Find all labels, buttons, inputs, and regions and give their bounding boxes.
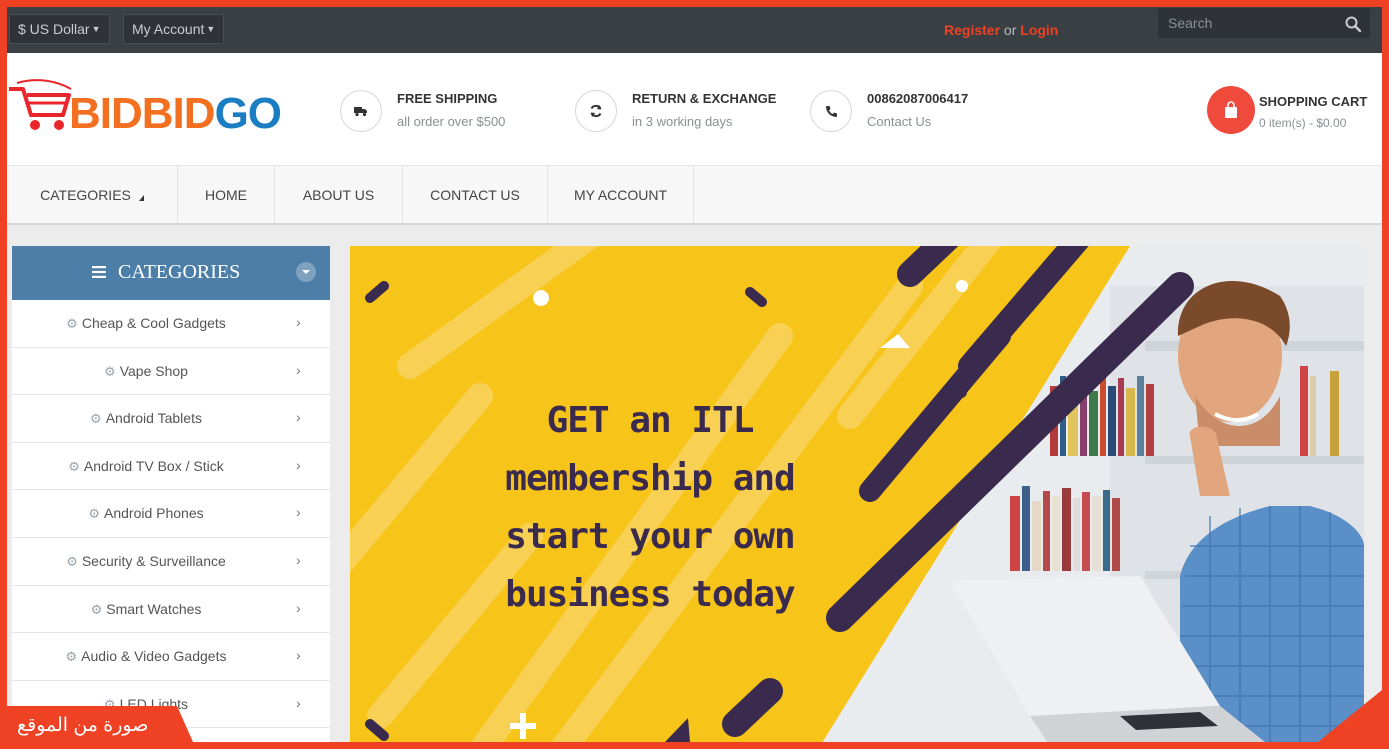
nav-categories[interactable]: CATEGORIES <box>7 166 178 224</box>
nav-home[interactable]: HOME <box>178 166 275 224</box>
register-link[interactable]: Register <box>944 22 1000 38</box>
sidebar-item-vape-shop[interactable]: ⚙ Vape Shop › <box>12 348 330 396</box>
gear-icon: ⚙ <box>90 411 102 427</box>
categories-sidebar: CATEGORIES ⚙ Cheap & Cool Gadgets › ⚙ Vape … <box>12 246 330 746</box>
chevron-right-icon: › <box>296 361 301 378</box>
phone-number[interactable]: 00862087006417 <box>867 91 968 106</box>
triangle-icon <box>138 195 144 201</box>
search-icon[interactable] <box>1344 15 1362 33</box>
gear-icon: ⚙ <box>66 316 78 331</box>
chevron-right-icon: › <box>296 647 301 664</box>
caption-text: صورة من الموقع <box>17 715 149 736</box>
contact-us-link[interactable]: Contact Us <box>867 114 931 129</box>
sidebar-item-audio-video-gadgets[interactable]: ⚙ Audio & Video Gadgets › <box>12 633 330 681</box>
feature-title: RETURN & EXCHANGE <box>632 91 777 106</box>
chevron-right-icon: › <box>296 314 301 330</box>
chevron-right-icon: › <box>296 694 301 711</box>
caret-down-icon: ▼ <box>206 24 216 34</box>
banner-line: membership and <box>505 458 795 499</box>
sidebar-header[interactable]: CATEGORIES <box>12 246 330 300</box>
nav-my-account[interactable]: MY ACCOUNT <box>548 166 694 224</box>
feature-subtitle: all order over $500 <box>397 114 506 129</box>
feature-subtitle: in 3 working days <box>632 114 733 129</box>
sidebar-item-android-tv-box[interactable]: ⚙ Android TV Box / Stick › <box>12 443 330 491</box>
chevron-right-icon: › <box>296 504 301 521</box>
nav-contact-us[interactable]: CONTACT US <box>403 166 548 224</box>
sidebar-item-android-phones[interactable]: ⚙ Android Phones › <box>12 490 330 538</box>
shopping-bag-icon <box>1207 86 1255 134</box>
gear-icon: ⚙ <box>68 458 80 474</box>
my-account-label: My Account <box>132 21 205 37</box>
nav-about-us[interactable]: ABOUT US <box>275 166 403 224</box>
source-caption: صورة من الموقع <box>7 706 193 742</box>
currency-dropdown[interactable]: $ US Dollar ▼ <box>9 14 110 44</box>
gear-icon: ⚙ <box>66 553 78 569</box>
sidebar-item-smart-watches[interactable]: ⚙ Smart Watches › <box>12 586 330 634</box>
auth-links: Register or Login <box>944 22 1058 38</box>
truck-icon <box>340 90 382 132</box>
gear-icon: ⚙ <box>88 506 100 522</box>
site-logo[interactable]: BIDBIDGO <box>7 75 282 138</box>
search-input[interactable] <box>1158 8 1370 38</box>
menu-icon <box>92 266 106 278</box>
chevron-down-icon[interactable] <box>296 262 316 282</box>
login-link[interactable]: Login <box>1020 22 1058 38</box>
sidebar-item-android-tablets[interactable]: ⚙ Android Tablets › <box>12 395 330 443</box>
sidebar-item-security-surveillance[interactable]: ⚙ Security & Surveillance › <box>12 538 330 586</box>
sidebar-item-cheap-cool-gadgets[interactable]: ⚙ Cheap & Cool Gadgets › <box>12 300 330 348</box>
gear-icon: ⚙ <box>90 601 103 617</box>
cart-title: SHOPPING CART <box>1259 94 1368 109</box>
refresh-icon <box>575 90 617 132</box>
chevron-right-icon: › <box>296 599 301 616</box>
banner-line: start your own <box>505 516 795 557</box>
site-header: BIDBIDGO FREE SHIPPING all order over $5… <box>7 53 1382 165</box>
hero-banner[interactable]: GET an ITL membership and start your own… <box>350 246 1364 746</box>
feature-title: FREE SHIPPING <box>397 91 498 106</box>
chevron-right-icon: › <box>296 409 301 426</box>
gear-icon: ⚙ <box>104 363 116 379</box>
corner-decoration <box>1318 690 1382 742</box>
phone-icon <box>810 90 852 132</box>
chevron-right-icon: › <box>296 456 301 473</box>
logo-wordmark: BIDBIDGO <box>69 89 282 138</box>
my-account-dropdown[interactable]: My Account ▼ <box>123 14 225 44</box>
banner-line: GET an ITL <box>546 400 755 441</box>
chevron-right-icon: › <box>296 551 301 568</box>
gear-icon: ⚙ <box>65 649 78 665</box>
cart-summary: 0 item(s) - $0.00 <box>1259 116 1347 130</box>
shopping-cart-logo-icon <box>9 79 72 130</box>
banner-headline: GET an ITL membership and start your own… <box>350 392 950 624</box>
main-nav: CATEGORIES HOME ABOUT US CONTACT US MY A… <box>7 165 1382 225</box>
or-text: or <box>1003 22 1017 38</box>
currency-label: $ US Dollar <box>18 21 90 37</box>
caret-down-icon: ▼ <box>91 24 101 34</box>
banner-line: business today <box>505 574 795 615</box>
sidebar-title: CATEGORIES <box>118 261 241 283</box>
